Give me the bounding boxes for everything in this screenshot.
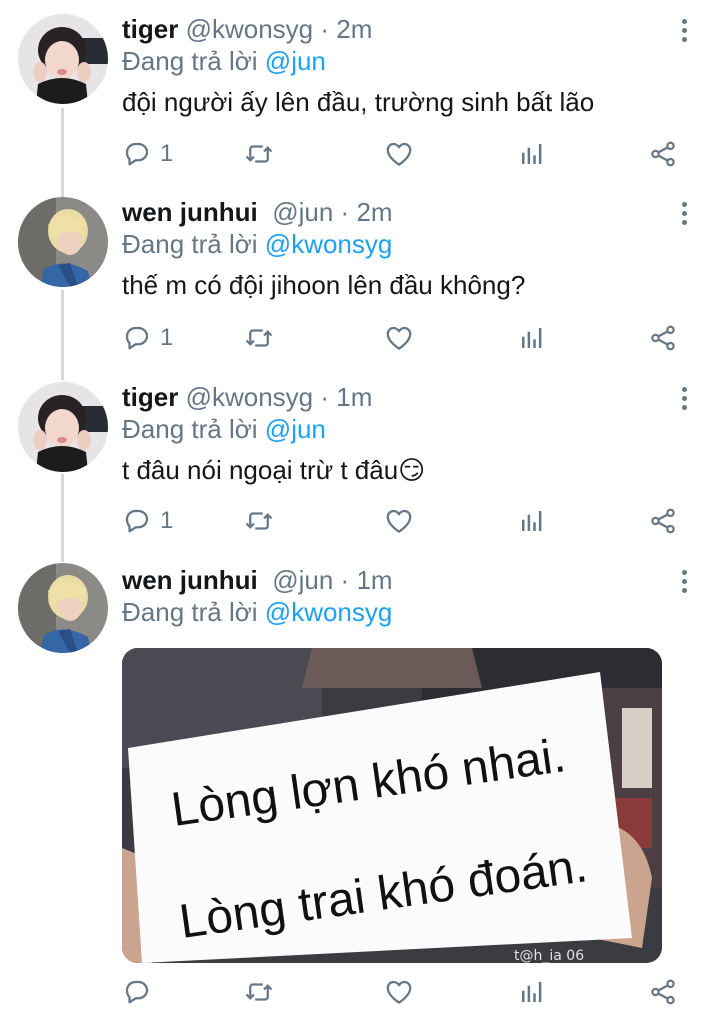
share-icon [651,508,675,534]
more-icon[interactable] [676,566,692,596]
replying-to: Đang trả lời @jun [122,46,680,76]
reply-button[interactable]: 1 [122,137,173,171]
replying-to: Đang trả lời @kwonsyg [122,229,680,259]
analytics-icon [522,982,542,1002]
avatar[interactable] [18,197,108,287]
retweet-button[interactable] [244,504,274,538]
more-icon[interactable] [676,15,692,45]
timestamp[interactable]: 1m [356,565,392,595]
like-button[interactable] [384,975,414,1009]
retweet-icon [245,983,273,1001]
reply-count: 1 [160,140,174,167]
share-icon [651,979,675,1005]
author-name[interactable]: wen junhui [122,565,258,595]
separator-dot: · [340,565,350,595]
avatar[interactable] [18,563,108,653]
mention-link[interactable]: @kwonsyg [265,229,393,259]
author-handle[interactable]: @kwonsyg [186,382,314,412]
share-button[interactable] [648,975,678,1009]
analytics-button[interactable] [517,504,547,538]
reply-count: 1 [160,507,174,534]
analytics-button[interactable] [517,975,547,1009]
separator-dot: · [320,382,330,412]
like-button[interactable] [384,137,414,171]
like-button[interactable] [384,504,414,538]
retweet-button[interactable] [244,975,274,1009]
avatar[interactable] [18,382,108,472]
author-handle[interactable]: @jun [272,197,333,227]
tweet[interactable]: tiger @kwonsyg · 2m Đang trả lời @jun độ… [0,0,720,185]
retweet-icon [245,329,273,347]
reply-button[interactable]: 1 [122,504,173,538]
tweet-text: t đâu nói ngoại trừ t đâu😏 [122,455,426,485]
reply-count: 1 [160,324,174,351]
analytics-icon [522,511,542,531]
reply-icon [125,326,149,350]
mention-link[interactable]: @jun [265,46,326,76]
retweet-icon [245,145,273,163]
separator-dot: · [340,197,350,227]
timestamp[interactable]: 2m [336,14,372,44]
tweet-actions: 1 [122,137,682,171]
reply-prefix: Đang trả lời [122,597,258,627]
mention-link[interactable]: @jun [265,414,326,444]
author-handle[interactable]: @jun [272,565,333,595]
reply-icon [125,509,149,533]
image-watermark: t@h_ia 06 [514,948,584,963]
analytics-button[interactable] [517,321,547,355]
tweet-actions: 1 [122,504,682,538]
replying-to: Đang trả lời @kwonsyg [122,597,680,627]
tweet-actions [122,975,682,1009]
separator-dot: · [320,14,330,44]
share-icon [651,325,675,351]
analytics-icon [522,144,542,164]
analytics-button[interactable] [517,137,547,171]
like-button[interactable] [384,321,414,355]
tweet-actions: 1 [122,321,682,355]
heart-icon [386,142,412,166]
reply-button[interactable]: 1 [122,321,173,355]
heart-icon [386,509,412,533]
author-handle[interactable]: @kwonsyg [186,14,314,44]
share-button[interactable] [648,137,678,171]
reply-prefix: Đang trả lời [122,414,258,444]
reply-icon [125,142,149,166]
more-icon[interactable] [676,198,692,228]
author-name[interactable]: tiger [122,14,178,44]
timestamp[interactable]: 2m [356,197,392,227]
reply-button[interactable] [122,975,160,1009]
tweet[interactable]: wen junhui @jun · 2m Đang trả lời @kwons… [0,185,720,368]
avatar[interactable] [18,14,108,104]
share-button[interactable] [648,504,678,538]
replying-to: Đang trả lời @jun [122,414,680,444]
reply-prefix: Đang trả lời [122,229,258,259]
mention-link[interactable]: @kwonsyg [265,597,393,627]
heart-icon [386,980,412,1004]
heart-icon [386,326,412,350]
retweet-icon [245,512,273,530]
tweet-text: thế m có đội jihoon lên đầu không? [122,270,526,300]
reply-prefix: Đang trả lời [122,46,258,76]
retweet-button[interactable] [244,321,274,355]
tweet-text: đội người ấy lên đầu, trường sinh bất lã… [122,87,595,117]
timestamp[interactable]: 1m [336,382,372,412]
author-name[interactable]: wen junhui [122,197,258,227]
more-icon[interactable] [676,383,692,413]
author-name[interactable]: tiger [122,382,178,412]
share-icon [651,141,675,167]
share-button[interactable] [648,321,678,355]
tweet-media-image[interactable]: Lòng lợn khó nhai. Lòng trai khó đoán. t… [122,648,662,963]
analytics-icon [522,328,542,348]
reply-icon [125,980,149,1004]
retweet-button[interactable] [244,137,274,171]
tweet[interactable]: tiger @kwonsyg · 1m Đang trả lời @jun t … [0,368,720,551]
